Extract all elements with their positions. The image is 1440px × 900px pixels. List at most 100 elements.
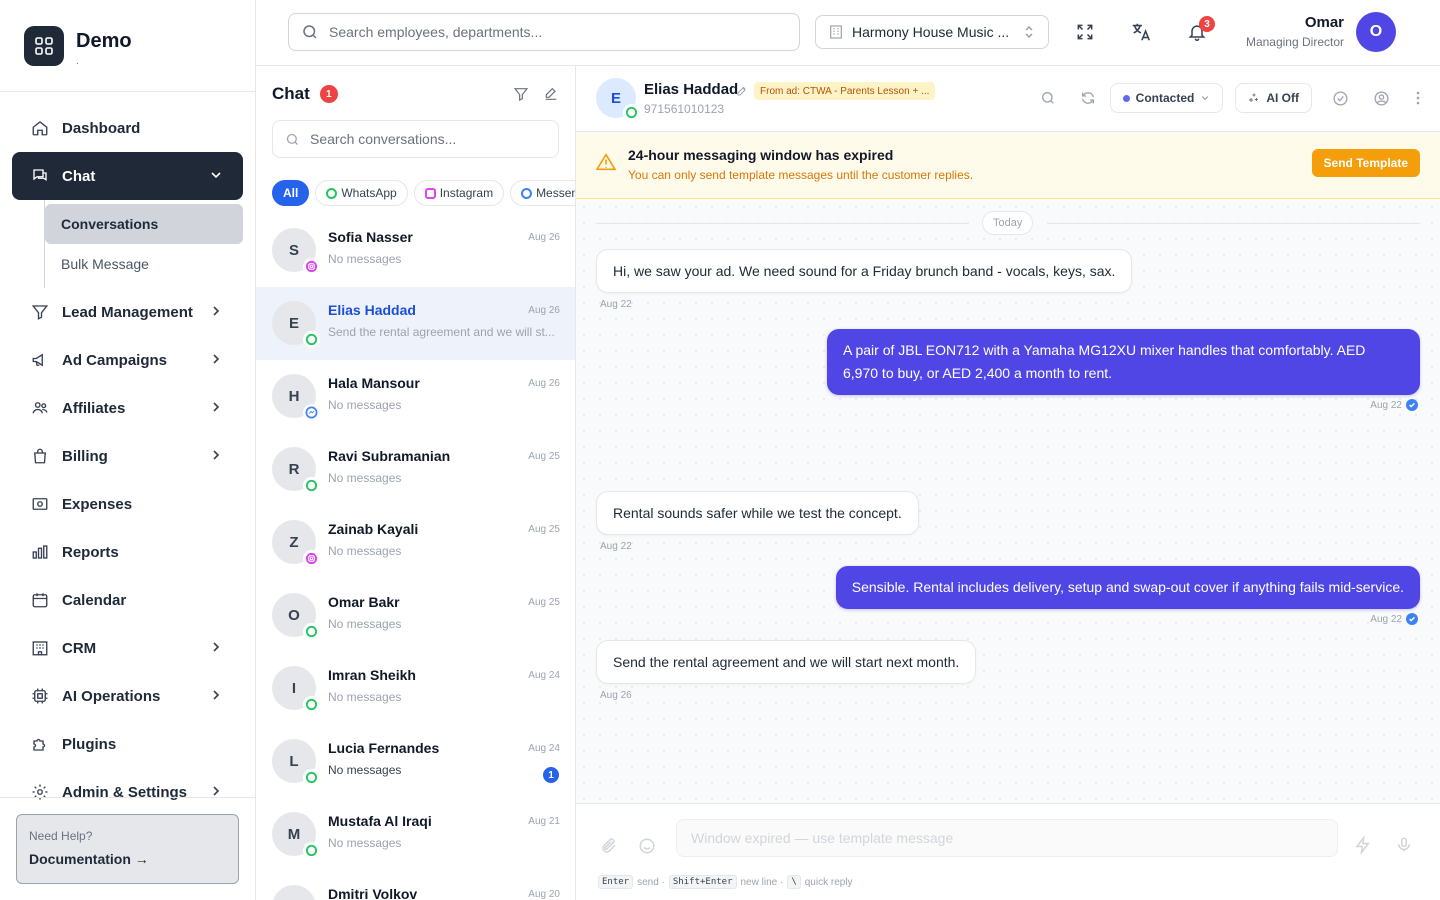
microphone-icon[interactable] [1395,835,1413,860]
help-title: Need Help? [29,829,93,843]
conversation-item[interactable]: L Lucia Fernandes No messages Aug 24 1 [256,725,575,798]
conversation-name: Hala Mansour [328,375,420,391]
filter-instagram[interactable]: Instagram [413,180,505,206]
sidebar-item-lead-management[interactable]: Lead Management [12,288,243,336]
chatlist-actions [513,86,559,107]
conversation-item[interactable]: M Mustafa Al Iraqi No messages Aug 21 [256,798,575,871]
conversation-name: Zainab Kayali [328,521,419,537]
help-card[interactable]: Need Help? Documentation → [16,814,239,884]
filter-messenger[interactable]: Messen [510,180,576,206]
chat-submenu: Conversations Bulk Message [44,200,243,288]
avatar[interactable]: O [1356,12,1396,52]
message-outgoing: Sensible. Rental includes delivery, setu… [835,566,1420,609]
notification-badge: 3 [1199,16,1215,32]
check-circle-icon[interactable] [1332,90,1349,107]
conversation-item[interactable]: Z Zainab Kayali No messages Aug 25 [256,506,575,579]
user-info[interactable]: Omar Managing Director [1246,14,1344,49]
sidebar-item-crm[interactable]: CRM [12,624,243,672]
read-check-icon [1406,399,1418,411]
chevron-down-icon [209,168,223,182]
whatsapp-icon [623,104,640,121]
conversation-list-panel: Chat 1 Search conversations... All Whats… [256,66,576,900]
filter-icon[interactable] [513,86,529,107]
sidebar-item-admin-settings[interactable]: Admin & Settings [12,768,243,816]
warning-title: 24-hour messaging window has expired [628,147,894,163]
avatar-initial: O [288,606,300,624]
search-icon[interactable] [1040,90,1056,106]
notification-bell-icon[interactable]: 3 [1185,16,1215,44]
chatlist-header: Chat 1 [272,84,338,104]
conversation-preview: No messages [328,617,402,631]
sidebar-item-expenses[interactable]: Expenses [12,480,243,528]
sidebar-item-affiliates[interactable]: Affiliates [12,384,243,432]
conversation-item[interactable]: S Sofia Nasser No messages Aug 26 [256,214,575,287]
instagram-icon [303,550,320,567]
company-selector[interactable]: Harmony House Music ... [815,15,1049,49]
paperclip-icon[interactable] [600,837,618,860]
shopping-bag-icon [30,446,50,466]
chat-panel: E Elias Haddad From ad: CTWA - Parents L… [576,66,1440,900]
compose-icon[interactable] [543,86,559,107]
kbd-slash: \ [787,875,801,889]
sidebar-item-billing[interactable]: Billing [12,432,243,480]
search-placeholder: Search employees, departments... [329,24,543,40]
documentation-link[interactable]: Documentation → [29,851,226,867]
chevron-up-down-icon [1024,25,1034,42]
gear-icon [30,782,50,802]
avatar: E [272,301,320,348]
emoji-icon[interactable] [638,837,656,860]
brand-name: Demo [76,30,132,52]
conversation-item[interactable]: R Ravi Subramanian No messages Aug 25 [256,433,575,506]
user-circle-icon[interactable] [1373,90,1390,107]
contact-name: Elias Haddad [644,81,739,98]
sidebar-item-label: Expenses [62,495,133,513]
fullscreen-icon[interactable] [1073,20,1097,44]
sidebar-divider [0,797,256,798]
brand[interactable]: Demo . [0,0,255,92]
building-icon [30,638,50,658]
status-dot-icon [1122,94,1130,102]
avatar-initial: E [610,89,621,107]
conversation-preview: No messages [328,544,402,558]
ai-toggle-button[interactable]: AI Off [1235,83,1312,113]
sidebar-item-ad-campaigns[interactable]: Ad Campaigns [12,336,243,384]
chevron-right-icon [209,352,223,366]
translate-icon[interactable] [1129,20,1153,44]
send-template-button[interactable]: Send Template [1311,149,1420,177]
conversation-item[interactable]: I Imran Sheikh No messages Aug 24 [256,652,575,725]
chevron-right-icon [209,688,223,702]
lightning-icon[interactable] [1354,834,1372,859]
more-vertical-icon[interactable] [1416,91,1420,105]
filter-all[interactable]: All [272,180,310,206]
sidebar-item-calendar[interactable]: Calendar [12,576,243,624]
conversation-search-input[interactable]: Search conversations... [272,120,559,158]
sidebar-item-bulk-message[interactable]: Bulk Message [45,244,243,284]
global-search-input[interactable]: Search employees, departments... [288,13,800,51]
filter-whatsapp[interactable]: WhatsApp [315,180,408,206]
sidebar-item-reports[interactable]: Reports [12,528,243,576]
conversation-item[interactable]: O Omar Bakr No messages Aug 25 [256,579,575,652]
message-input[interactable]: Window expired — use template message [676,819,1338,857]
sidebar-nav: Dashboard Chat Conversations Bulk Messag… [0,92,255,816]
conversation-date: Aug 21 [528,816,560,827]
sidebar-item-label: Chat [62,167,96,185]
sidebar-item-plugins[interactable]: Plugins [12,720,243,768]
conversation-item[interactable]: D Dmitri Volkov Aug 20 [256,871,575,900]
status-dropdown[interactable]: Contacted [1109,83,1224,113]
filter-label: Messen [536,186,576,200]
sidebar-item-ai-operations[interactable]: AI Operations [12,672,243,720]
sidebar-item-dashboard[interactable]: Dashboard [12,104,243,152]
conversation-name: Ravi Subramanian [328,448,451,464]
conversation-item[interactable]: E Elias Haddad Send the rental agreement a… [256,287,575,360]
conversation-date: Aug 26 [528,305,560,316]
conversation-item[interactable]: H Hala Mansour No messages Aug 26 [256,360,575,433]
chevron-right-icon [209,400,223,414]
sidebar-item-conversations[interactable]: Conversations [45,204,243,244]
message-time: Aug 22 [600,299,632,310]
refresh-icon[interactable] [1080,90,1096,106]
sidebar-item-chat[interactable]: Chat [12,152,243,200]
avatar: S [272,228,320,275]
avatar-initial: R [288,460,300,478]
sidebar-item-label: Ad Campaigns [62,351,168,369]
edit-icon[interactable] [736,84,748,102]
